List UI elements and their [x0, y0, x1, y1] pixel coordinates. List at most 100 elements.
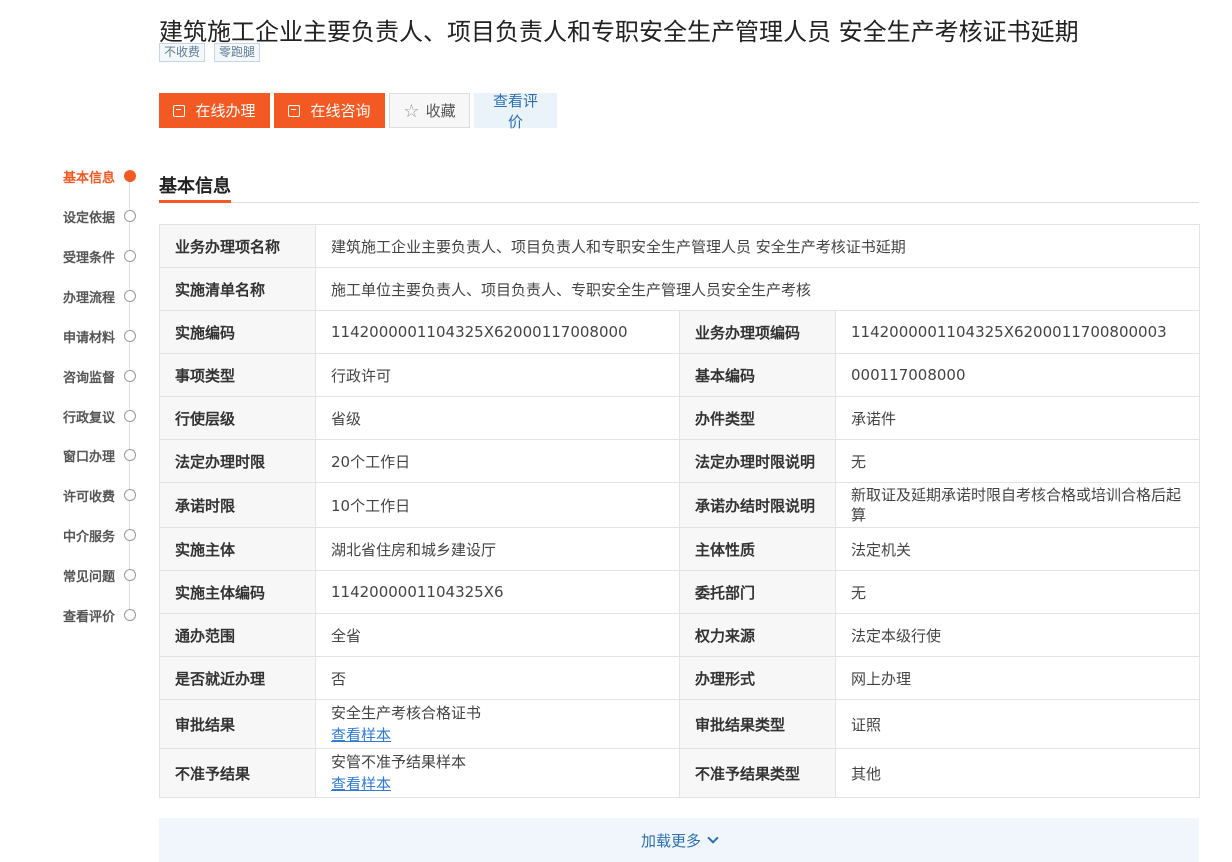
- section-rule: [159, 202, 1199, 203]
- view-sample-link[interactable]: 查看样本: [331, 773, 664, 795]
- field-value: 000117008000: [834, 353, 1201, 397]
- table-row: 事项类型 行政许可 基本编码 000117008000: [159, 353, 1201, 397]
- field-label: 是否就近办理: [159, 656, 316, 700]
- field-label: 主体性质: [679, 527, 836, 571]
- field-value: 湖北省住房和城乡建设厅: [315, 527, 680, 571]
- field-value: 1142000001104325X6200011700800003: [834, 310, 1201, 354]
- load-more-button[interactable]: 加载更多: [159, 818, 1199, 862]
- field-value: 否: [315, 656, 680, 700]
- field-label: 法定办理时限说明: [679, 439, 836, 483]
- rejection-result-text: 安管不准予结果样本: [331, 753, 467, 771]
- dot-icon: [124, 330, 136, 342]
- action-bar: 在线办理 在线咨询 ☆ 收藏 查看评价: [159, 93, 557, 131]
- dot-icon: [124, 210, 136, 222]
- tag-free: 不收费: [159, 43, 206, 62]
- table-row: 通办范围 全省 权力来源 法定本级行使: [159, 613, 1201, 657]
- sidenav-item-fees[interactable]: 许可收费: [0, 485, 136, 505]
- sidenav-item-basic-info[interactable]: 基本信息: [0, 166, 136, 186]
- online-consult-button[interactable]: 在线咨询: [274, 93, 385, 128]
- sidenav-label: 许可收费: [62, 489, 115, 505]
- sidenav-item-review[interactable]: 行政复议: [0, 406, 136, 426]
- field-label: 审批结果: [159, 699, 316, 749]
- field-value: 10个工作日: [315, 482, 680, 528]
- sidenav-item-faq[interactable]: 常见问题: [0, 565, 136, 585]
- dot-icon: [124, 529, 136, 541]
- field-value: 其他: [834, 748, 1201, 798]
- field-value: 20个工作日: [315, 439, 680, 483]
- table-row: 实施清单名称 施工单位主要负责人、项目负责人、专职安全生产管理人员安全生产考核: [159, 267, 1201, 311]
- section-underline: [159, 200, 231, 203]
- table-row: 行使层级 省级 办件类型 承诺件: [159, 396, 1201, 440]
- field-label: 委托部门: [679, 570, 836, 614]
- field-label: 承诺时限: [159, 482, 316, 528]
- table-row: 实施主体 湖北省住房和城乡建设厅 主体性质 法定机关: [159, 527, 1201, 571]
- field-label: 不准予结果: [159, 748, 316, 798]
- field-value: 无: [834, 439, 1201, 483]
- field-value: 无: [834, 570, 1201, 614]
- sidenav-label: 办理流程: [62, 290, 115, 306]
- side-nav-line: [129, 177, 130, 617]
- sidenav-label: 申请材料: [62, 330, 115, 346]
- sidenav-item-agency[interactable]: 中介服务: [0, 525, 136, 545]
- table-row: 承诺时限 10个工作日 承诺办结时限说明 新取证及延期承诺时限自考核合格或培训合…: [159, 482, 1201, 528]
- field-label: 审批结果类型: [679, 699, 836, 749]
- online-handle-label: 在线办理: [195, 103, 256, 120]
- sidenav-label: 咨询监督: [62, 370, 115, 386]
- approval-result-text: 安全生产考核合格证书: [331, 704, 482, 722]
- sidenav-item-window[interactable]: 窗口办理: [0, 445, 136, 465]
- field-label: 承诺办结时限说明: [679, 482, 836, 528]
- sidenav-item-consult[interactable]: 咨询监督: [0, 366, 136, 386]
- field-label: 实施清单名称: [159, 267, 316, 311]
- dot-icon: [124, 410, 136, 422]
- favorite-button[interactable]: ☆ 收藏: [389, 93, 470, 128]
- online-consult-label: 在线咨询: [310, 103, 371, 120]
- tag-list: 不收费 零跑腿: [159, 43, 261, 62]
- dot-icon: [124, 449, 136, 461]
- view-sample-link[interactable]: 查看样本: [331, 724, 664, 746]
- field-value: 1142000001104325X62000117008000: [315, 310, 680, 354]
- field-label: 不准予结果类型: [679, 748, 836, 798]
- sidenav-item-basis[interactable]: 设定依据: [0, 206, 136, 226]
- field-value: 证照: [834, 699, 1201, 749]
- field-label: 实施编码: [159, 310, 316, 354]
- field-label: 通办范围: [159, 613, 316, 657]
- field-value: 安全生产考核合格证书 查看样本: [315, 699, 680, 749]
- field-label: 业务办理项名称: [159, 224, 316, 268]
- table-row: 不准予结果 安管不准予结果样本 查看样本 不准予结果类型 其他: [159, 748, 1201, 798]
- sidenav-item-evaluation[interactable]: 查看评价: [0, 605, 136, 625]
- field-value: 1142000001104325X6: [315, 570, 680, 614]
- field-label: 实施主体: [159, 527, 316, 571]
- field-label: 权力来源: [679, 613, 836, 657]
- page-title: 建筑施工企业主要负责人、项目负责人和专职安全生产管理人员 安全生产考核证书延期: [159, 18, 1079, 46]
- online-handle-button[interactable]: 在线办理: [159, 93, 270, 128]
- field-label: 事项类型: [159, 353, 316, 397]
- tag-zero-trip: 零跑腿: [214, 43, 261, 62]
- field-value: 新取证及延期承诺时限自考核合格或培训合格后起算: [834, 482, 1201, 528]
- view-evaluation-button[interactable]: 查看评价: [474, 93, 557, 131]
- dot-icon: [124, 290, 136, 302]
- chevron-down-icon: [707, 831, 719, 844]
- table-row: 业务办理项名称 建筑施工企业主要负责人、项目负责人和专职安全生产管理人员 安全生…: [159, 224, 1201, 268]
- dot-icon: [124, 609, 136, 621]
- table-row: 是否就近办理 否 办理形式 网上办理: [159, 656, 1201, 700]
- field-value: 行政许可: [315, 353, 680, 397]
- sidenav-item-materials[interactable]: 申请材料: [0, 326, 136, 346]
- dot-icon: [124, 370, 136, 382]
- sidenav-item-process[interactable]: 办理流程: [0, 286, 136, 306]
- basic-info-table: 业务办理项名称 建筑施工企业主要负责人、项目负责人和专职安全生产管理人员 安全生…: [159, 224, 1201, 798]
- dot-icon: [124, 250, 136, 262]
- field-value: 施工单位主要负责人、项目负责人、专职安全生产管理人员安全生产考核: [314, 267, 1201, 311]
- sidenav-label: 常见问题: [62, 569, 115, 585]
- field-label: 业务办理项编码: [679, 310, 836, 354]
- table-row: 实施主体编码 1142000001104325X6 委托部门 无: [159, 570, 1201, 614]
- table-row: 实施编码 1142000001104325X62000117008000 业务办…: [159, 310, 1201, 354]
- field-value: 承诺件: [834, 396, 1201, 440]
- load-more-label: 加载更多: [640, 831, 701, 850]
- sidenav-label: 中介服务: [62, 529, 115, 545]
- field-value: 省级: [315, 396, 680, 440]
- field-value: 网上办理: [834, 656, 1201, 700]
- sidenav-item-conditions[interactable]: 受理条件: [0, 246, 136, 266]
- table-row: 法定办理时限 20个工作日 法定办理时限说明 无: [159, 439, 1201, 483]
- view-evaluation-label: 查看评价: [492, 92, 538, 131]
- field-value: 全省: [315, 613, 680, 657]
